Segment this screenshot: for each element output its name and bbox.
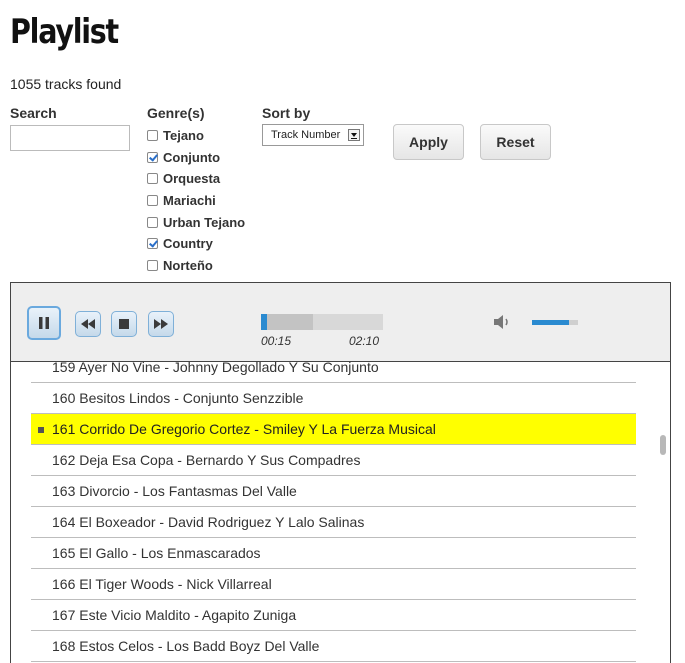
search-label: Search [10, 105, 57, 121]
volume-level [532, 320, 569, 325]
scrollbar-thumb[interactable] [660, 435, 666, 455]
genre-label: Genre(s) [147, 105, 205, 121]
track-row[interactable]: 165 El Gallo - Los Enmascarados [31, 538, 636, 569]
now-playing-icon [38, 427, 44, 433]
next-button[interactable] [148, 311, 174, 337]
track-label: 167 Este Vicio Maldito - Agapito Zuniga [52, 607, 297, 623]
track-row-active[interactable]: 161 Corrido De Gregorio Cortez - Smiley … [31, 414, 636, 445]
track-count: 1055 tracks found [10, 76, 122, 92]
apply-button[interactable]: Apply [393, 124, 464, 160]
pause-button[interactable] [27, 306, 61, 340]
genre-option-mariachi[interactable]: Mariachi [147, 190, 245, 212]
dropdown-arrow-icon[interactable] [348, 129, 360, 141]
genre-option-label: Norteño [163, 257, 213, 273]
genre-option-tejano[interactable]: Tejano [147, 125, 245, 147]
genre-option-label: Tejano [163, 128, 204, 144]
track-label: 163 Divorcio - Los Fantasmas Del Valle [52, 483, 297, 499]
genre-checkbox[interactable] [147, 195, 158, 207]
seek-buffered [261, 314, 314, 330]
track-label: 160 Besitos Lindos - Conjunto Senzzible [52, 390, 304, 406]
stop-icon [119, 319, 129, 329]
track-row[interactable]: 166 El Tiger Woods - Nick Villarreal [31, 569, 636, 600]
volume-icon[interactable] [492, 313, 514, 331]
track-row[interactable]: 159 Ayer No Vine - Johnny Degollado Y Su… [31, 362, 636, 383]
previous-button[interactable] [75, 311, 101, 337]
genre-option-orquesta[interactable]: Orquesta [147, 168, 245, 190]
track-row[interactable]: 163 Divorcio - Los Fantasmas Del Valle [31, 476, 636, 507]
sort-select-value: Track Number [271, 129, 341, 141]
previous-icon [81, 319, 95, 329]
pause-icon [39, 317, 49, 329]
duration: 02:10 [349, 334, 380, 348]
seek-bar[interactable] [261, 314, 383, 330]
track-row[interactable]: 167 Este Vicio Maldito - Agapito Zuniga [31, 600, 636, 631]
track-label: 164 El Boxeador - David Rodriguez Y Lalo… [52, 514, 365, 530]
genre-checkbox[interactable] [147, 173, 158, 185]
genre-checkbox[interactable] [147, 216, 158, 228]
genre-option-norteno[interactable]: Norteño [147, 255, 245, 277]
audio-player: 00:15 02:10 [10, 282, 671, 362]
genre-checkbox[interactable] [147, 259, 158, 271]
genre-list: Tejano Conjunto Orquesta Mariachi Urban … [147, 125, 245, 276]
track-row[interactable]: 164 El Boxeador - David Rodriguez Y Lalo… [31, 507, 636, 538]
stop-button[interactable] [111, 311, 137, 337]
genre-checkbox[interactable] [147, 130, 158, 142]
genre-option-country[interactable]: Country [147, 233, 245, 255]
genre-option-urban-tejano[interactable]: Urban Tejano [147, 211, 245, 233]
page-title: Playlist [10, 12, 119, 52]
search-input[interactable] [10, 125, 130, 151]
next-icon [154, 319, 168, 329]
reset-button[interactable]: Reset [480, 124, 551, 160]
genre-option-label: Urban Tejano [163, 214, 246, 230]
track-label: 168 Estos Celos - Los Badd Boyz Del Vall… [52, 638, 320, 654]
seek-play-head[interactable] [261, 314, 267, 330]
track-row[interactable]: 160 Besitos Lindos - Conjunto Senzzible [31, 383, 636, 414]
sort-label: Sort by [262, 105, 311, 121]
genre-option-conjunto[interactable]: Conjunto [147, 147, 245, 169]
genre-checkbox[interactable] [147, 238, 158, 250]
playlist: 159 Ayer No Vine - Johnny Degollado Y Su… [10, 362, 671, 663]
volume-slider[interactable] [532, 320, 578, 325]
track-label: 162 Deja Esa Copa - Bernardo Y Sus Compa… [52, 452, 361, 468]
track-row[interactable]: 162 Deja Esa Copa - Bernardo Y Sus Compa… [31, 445, 636, 476]
track-row[interactable]: 168 Estos Celos - Los Badd Boyz Del Vall… [31, 631, 636, 662]
genre-option-label: Orquesta [163, 171, 221, 187]
genre-checkbox[interactable] [147, 151, 158, 163]
genre-option-label: Mariachi [163, 193, 216, 209]
track-label: 166 El Tiger Woods - Nick Villarreal [52, 576, 272, 592]
genre-option-label: Conjunto [163, 149, 221, 165]
sort-select[interactable]: Track Number [262, 124, 364, 146]
track-label: 159 Ayer No Vine - Johnny Degollado Y Su… [52, 362, 379, 375]
genre-option-label: Country [163, 236, 213, 252]
track-label: 165 El Gallo - Los Enmascarados [52, 545, 261, 561]
track-label: 161 Corrido De Gregorio Cortez - Smiley … [52, 421, 436, 437]
current-time: 00:15 [261, 334, 292, 348]
